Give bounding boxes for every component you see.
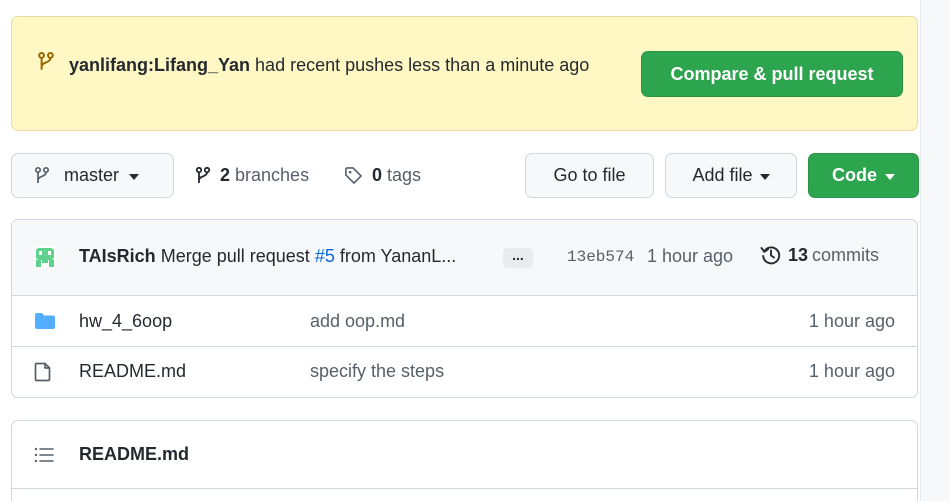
code-button[interactable]: Code [808,153,919,198]
tags-label: tags [387,165,422,185]
history-icon [760,246,781,265]
commit-time: 1 hour ago [647,246,734,266]
file-browser: TAIsRich Merge pull request #5 from Yana… [11,219,918,398]
commit-sha[interactable]: 13eb574 [567,248,634,266]
commit-message-suffix[interactable]: from YananL... [340,246,456,266]
expand-commit-message-button[interactable]: ... [503,248,533,268]
tags-count: 0 [372,165,383,185]
add-file-label: Add file [692,165,753,185]
commit-author[interactable]: TAIsRich [79,246,156,266]
commits-label: commits [812,244,880,265]
branches-count: 2 [220,165,231,185]
file-row: hw_4_6oop add oop.md 1 hour ago [12,297,917,347]
file-name[interactable]: README.md [79,361,186,382]
file-name[interactable]: hw_4_6oop [79,311,172,332]
chevron-down-icon [885,173,895,180]
branches-link[interactable]: 2 branches [195,153,309,198]
go-to-file-button[interactable]: Go to file [525,153,654,198]
latest-commit-row: TAIsRich Merge pull request #5 from Yana… [12,220,917,296]
add-file-button[interactable]: Add file [665,153,797,198]
git-branch-icon [34,166,50,183]
readme-header: README.md [12,421,917,489]
commits-history-link[interactable]: 13 commits [760,244,879,266]
compare-pull-request-button[interactable]: Compare & pull request [641,51,903,97]
push-message-text: had recent pushes less than a minute ago [255,55,590,75]
readme-panel: README.md [11,420,918,501]
avatar-icon[interactable] [34,246,56,268]
folder-icon [35,313,55,329]
recent-push-banner: yanlifang:Lifang_Yan had recent pushes l… [11,16,918,131]
branch-name: master [64,165,120,185]
chevron-down-icon [759,173,770,180]
tags-link[interactable]: 0 tags [344,153,421,198]
commits-count: 13 [788,244,809,265]
chevron-down-icon [129,173,140,180]
file-commit-message[interactable]: specify the steps [310,361,444,382]
file-icon [34,362,51,382]
file-commit-time: 1 hour ago [808,361,895,381]
file-row: README.md specify the steps 1 hour ago [12,347,917,397]
pull-request-link[interactable]: #5 [315,246,335,266]
pushed-branch-ref[interactable]: yanlifang:Lifang_Yan [69,55,250,75]
branch-select-button[interactable]: master [11,153,174,198]
file-commit-message[interactable]: add oop.md [310,311,405,332]
commit-message: TAIsRich Merge pull request #5 from Yana… [79,246,456,267]
list-icon[interactable] [34,446,54,464]
tag-icon [345,167,362,184]
push-message: yanlifang:Lifang_Yan had recent pushes l… [37,50,637,80]
git-branch-icon [195,166,211,183]
right-gutter [920,0,949,501]
commit-message-prefix[interactable]: Merge pull request [161,246,310,266]
file-commit-time: 1 hour ago [808,311,895,331]
code-label: Code [832,165,877,185]
readme-title[interactable]: README.md [79,444,189,465]
branches-label: branches [235,165,310,185]
